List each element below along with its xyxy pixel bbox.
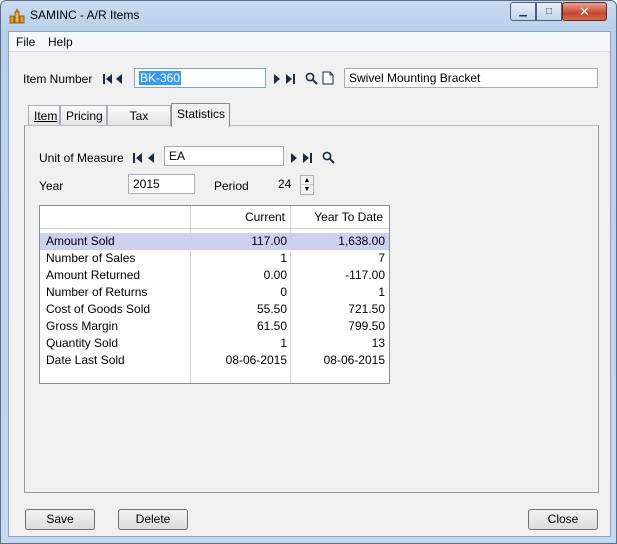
menu-bar: File Help	[9, 32, 610, 52]
year-label: Year	[39, 179, 64, 193]
tab-tax-status[interactable]: Tax Status	[107, 105, 171, 143]
table-cell-ytd: 08-06-2015	[323, 353, 385, 367]
table-cell-current: 55.50	[256, 302, 287, 316]
period-stepper[interactable]: ▲ ▼	[300, 175, 314, 195]
period-label: Period	[214, 179, 249, 193]
uom-input[interactable]: EA	[164, 146, 284, 166]
year-input[interactable]: 2015	[128, 174, 195, 194]
table-cell-current: 61.50	[256, 319, 287, 333]
table-cell-label: Number of Returns	[46, 285, 148, 299]
table-cell-label: Date Last Sold	[46, 353, 125, 367]
table-cell-label: Number of Sales	[46, 251, 136, 265]
close-button[interactable]: Close	[528, 509, 598, 530]
grid-header-ytd[interactable]: Year To Date	[291, 206, 389, 229]
table-row[interactable]: Gross Margin 61.50 799.50	[40, 318, 389, 335]
table-cell-current: 08-06-2015	[225, 353, 287, 367]
close-window-button[interactable]: ✕	[562, 2, 607, 21]
table-row[interactable]: Number of Sales 1 7	[40, 250, 389, 267]
decrement-icon[interactable]: ▼	[301, 185, 313, 194]
grid-header-label	[40, 206, 191, 229]
previous-record-icon	[116, 74, 122, 84]
tab-item[interactable]: Item	[28, 105, 60, 126]
item-number-label: Item Number	[23, 72, 93, 86]
table-cell-ytd: 7	[378, 251, 385, 265]
table-cell-label: Cost of Goods Sold	[46, 302, 151, 316]
period-input[interactable]: 24	[274, 175, 300, 195]
first-record-icon[interactable]	[102, 73, 126, 85]
table-cell-label: Amount Returned	[46, 268, 141, 282]
window-title: SAMINC - A/R Items	[30, 8, 140, 22]
table-row[interactable]: Number of Returns 0 1	[40, 284, 389, 301]
table-cell-current: 117.00	[251, 234, 287, 248]
tab-pricing[interactable]: Pricing	[60, 105, 107, 126]
table-cell-current: 1	[280, 336, 287, 350]
save-button[interactable]: Save	[25, 509, 95, 530]
table-cell-ytd: 13	[371, 336, 385, 350]
table-cell-ytd: -117.00	[345, 268, 385, 282]
uom-label: Unit of Measure	[39, 151, 124, 165]
table-cell-ytd: 721.50	[348, 302, 385, 316]
uom-search-icon[interactable]	[322, 151, 335, 164]
item-description-field[interactable]: Swivel Mounting Bracket	[344, 68, 598, 88]
new-document-icon[interactable]	[322, 71, 334, 85]
table-cell-ytd: 799.50	[348, 319, 385, 333]
table-row[interactable]: Date Last Sold 08-06-2015 08-06-2015	[40, 352, 389, 369]
table-cell-ytd: 1,638.00	[338, 234, 385, 248]
table-cell-current: 0	[280, 285, 287, 299]
uom-first-prev-icon[interactable]	[132, 152, 160, 164]
client-area: File Help Item Number BK-360 Swivel Moun…	[8, 31, 611, 537]
item-number-input[interactable]: BK-360	[134, 68, 266, 88]
table-cell-label: Amount Sold	[46, 234, 115, 248]
table-cell-label: Quantity Sold	[46, 336, 119, 350]
title-bar[interactable]: SAMINC - A/R Items ▁ □ ✕	[1, 1, 616, 31]
table-cell-ytd: 1	[378, 285, 385, 299]
delete-button[interactable]: Delete	[118, 509, 188, 530]
statistics-grid[interactable]: Current Year To Date Amount Sold 117.00 1,…	[39, 205, 390, 384]
minimize-button[interactable]: ▁	[510, 2, 536, 21]
item-number-value: BK-360	[139, 71, 182, 85]
uom-next-last-icon[interactable]	[289, 152, 317, 164]
search-icon[interactable]	[305, 72, 318, 85]
table-row[interactable]: Quantity Sold 1 13	[40, 335, 389, 352]
table-row[interactable]: Cost of Goods Sold 55.50 721.50	[40, 301, 389, 318]
next-record-icon[interactable]	[272, 73, 300, 85]
increment-icon[interactable]: ▲	[301, 176, 313, 185]
table-row[interactable]: Amount Sold 117.00 1,638.00	[40, 233, 389, 250]
app-window: SAMINC - A/R Items ▁ □ ✕ File Help Item …	[0, 0, 617, 544]
tab-statistics[interactable]: Statistics	[171, 103, 230, 127]
menu-help[interactable]: Help	[48, 35, 73, 49]
menu-file[interactable]: File	[16, 35, 35, 49]
table-row[interactable]: Amount Returned 0.00 -117.00	[40, 267, 389, 284]
maximize-button[interactable]: □	[536, 2, 562, 21]
app-logo-icon	[9, 8, 25, 24]
grid-header-current[interactable]: Current	[191, 206, 291, 229]
table-cell-label: Gross Margin	[46, 319, 119, 333]
table-cell-current: 1	[280, 251, 287, 265]
table-cell-current: 0.00	[263, 268, 287, 282]
